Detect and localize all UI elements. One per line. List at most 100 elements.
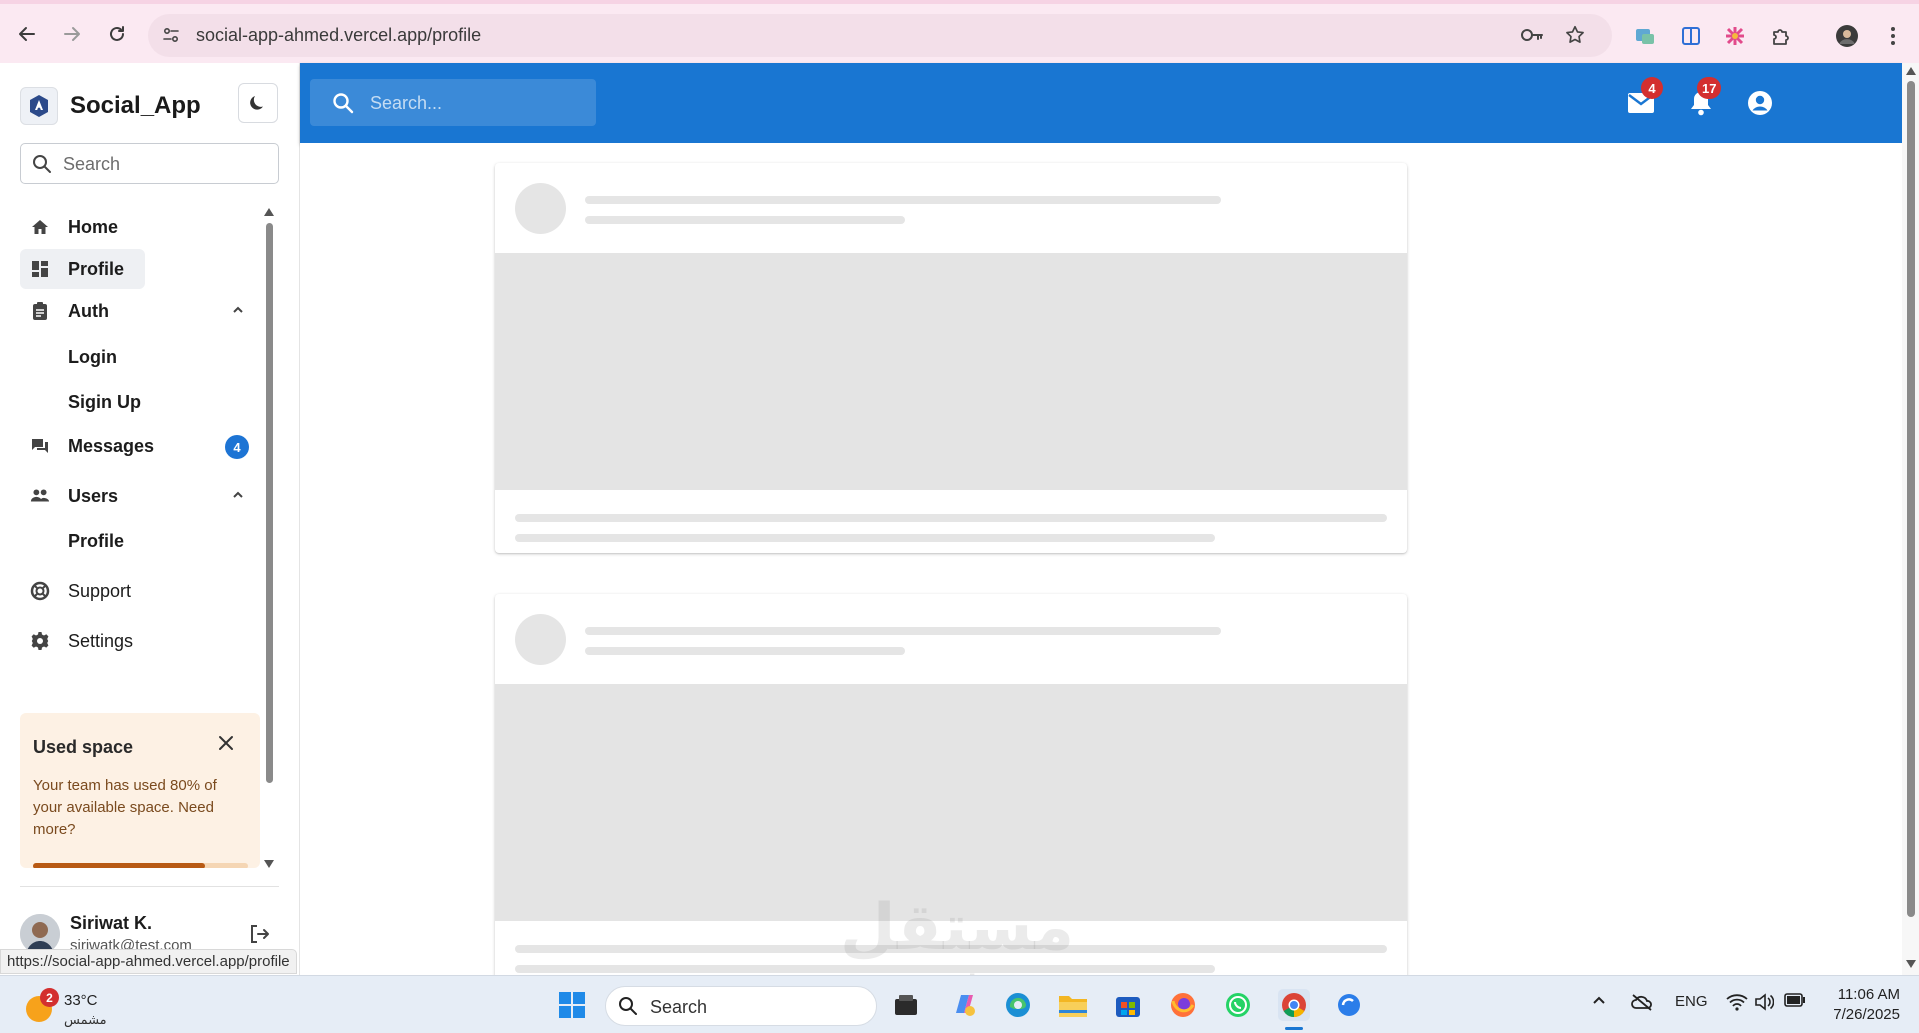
close-icon[interactable] [218,735,234,756]
sidebar-item-users[interactable]: Users [20,476,250,516]
brand[interactable]: Social_App [20,87,201,125]
search-icon [618,996,638,1021]
language-indicator[interactable]: ENG [1675,993,1708,1010]
edge-icon[interactable] [1002,989,1034,1021]
scroll-down-arrow-icon [264,860,274,868]
mail-badge: 4 [1641,77,1663,99]
clock[interactable]: 11:06 AM 7/26/2025 [1820,985,1900,1025]
sidebar-item-users-profile[interactable]: Profile [20,521,250,561]
bookmark-star-icon[interactable] [1564,24,1586,51]
sidebar-item-label: Auth [68,300,109,321]
browser-menu-icon[interactable] [1880,23,1906,49]
sidebar-item-login[interactable]: Login [20,337,250,377]
key-icon[interactable] [1520,25,1544,50]
appbar-search-input[interactable] [370,91,580,115]
clock-time: 11:06 AM [1837,986,1900,1003]
divider [20,886,279,887]
skeleton-avatar [515,614,566,665]
browser-app-icon[interactable] [1333,989,1365,1021]
weather-widget[interactable]: 2 33°C مشمس [22,984,152,1028]
account-button[interactable] [1744,87,1776,119]
windows-start-icon[interactable] [556,989,588,1021]
people-icon [30,486,50,506]
sidebar-item-support[interactable]: Support [20,571,250,611]
search-icon [32,154,52,179]
app-logo-icon [20,87,58,125]
sidebar-item-label: Support [68,580,132,601]
sidebar-search-input[interactable] [63,152,263,176]
site-info-icon[interactable] [162,26,180,49]
search-icon [332,92,354,119]
skeleton-avatar [515,183,566,234]
reader-extension-icon[interactable] [1678,23,1704,49]
chevron-up-icon[interactable] [231,303,245,322]
chrome-icon[interactable] [1278,989,1310,1021]
sidebar-item-profile[interactable]: Profile [20,249,145,289]
address-bar[interactable]: social-app-ahmed.vercel.app/profile [148,14,1612,57]
skeleton-media [495,253,1407,490]
theme-toggle-button[interactable] [238,83,278,123]
forward-button[interactable] [59,21,85,47]
profile-avatar-icon[interactable] [1834,23,1860,49]
sidebar-item-label: Profile [68,530,125,551]
page-scrollbar-thumb[interactable] [1907,81,1915,917]
skeleton-line [585,196,1221,204]
appbar-search[interactable] [310,79,596,126]
extension-icon[interactable] [1632,23,1658,49]
chevron-up-icon[interactable] [231,488,245,507]
reload-button[interactable] [104,21,130,47]
store-icon[interactable] [1112,989,1144,1021]
skeleton-line [585,216,905,224]
sidebar-item-messages[interactable]: Messages 4 [20,426,250,466]
taskbar-search[interactable]: Search [605,986,877,1026]
extensions-puzzle-icon[interactable] [1768,23,1794,49]
sidebar-item-auth[interactable]: Auth [20,291,250,331]
user-name: Siriwat K. [70,913,153,933]
page-scrollbar[interactable] [1902,63,1919,975]
sidebar-item-label: Users [68,485,119,506]
sidebar-scrollbar[interactable] [263,208,275,868]
sidebar-item-settings[interactable]: Settings [20,621,250,661]
wifi-icon[interactable] [1726,993,1748,1015]
skeleton-line [585,647,905,655]
skeleton-media [495,684,1407,921]
sidebar-search[interactable] [20,143,279,184]
sidebar-scrollbar-thumb[interactable] [266,223,273,783]
browser-toolbar: social-app-ahmed.vercel.app/profile [0,0,1919,63]
main-content [300,143,1902,975]
file-explorer-icon[interactable] [1057,989,1089,1021]
brand-name: Social_App [70,92,201,119]
sidebar-item-label: Profile [68,258,125,279]
whatsapp-icon[interactable] [1222,989,1254,1021]
windows-taskbar: 2 33°C مشمس Search ENG 11:06 AM 7/26/202… [0,975,1919,1033]
task-view-icon[interactable] [890,989,922,1021]
sidebar-item-signup[interactable]: Sigin Up [20,382,250,422]
weather-badge: 2 [40,988,59,1007]
sidebar-item-label: Login [68,346,117,367]
onedrive-icon[interactable] [1630,993,1654,1015]
sidebar-item-label: Sigin Up [68,391,141,412]
copilot-icon[interactable] [948,989,980,1021]
battery-icon[interactable] [1784,993,1806,1011]
back-button[interactable] [14,21,40,47]
colorful-extension-icon[interactable] [1722,23,1748,49]
status-url-tooltip: https://social-app-ahmed.vercel.app/prof… [0,949,297,974]
scroll-up-arrow-icon [1906,67,1916,75]
sidebar-item-home[interactable]: Home [20,207,250,247]
temperature: 33°C [64,992,98,1009]
weather-condition: مشمس [64,1012,107,1027]
tray-chevron-up-icon[interactable] [1591,993,1607,1013]
firefox-icon[interactable] [1167,989,1199,1021]
logout-icon[interactable] [248,923,270,950]
notifications-badge: 17 [1697,77,1722,99]
watermark: مستقل [840,891,1075,963]
clock-date: 7/26/2025 [1833,1006,1900,1023]
taskbar-search-label: Search [650,997,708,1017]
scroll-down-arrow-icon [1906,960,1916,968]
avatar[interactable] [20,914,60,954]
volume-icon[interactable] [1754,993,1775,1015]
skeleton-line [515,514,1387,522]
clipboard-icon [30,301,50,321]
sidebar-item-label: Home [68,216,119,237]
scroll-up-arrow-icon [264,208,274,216]
